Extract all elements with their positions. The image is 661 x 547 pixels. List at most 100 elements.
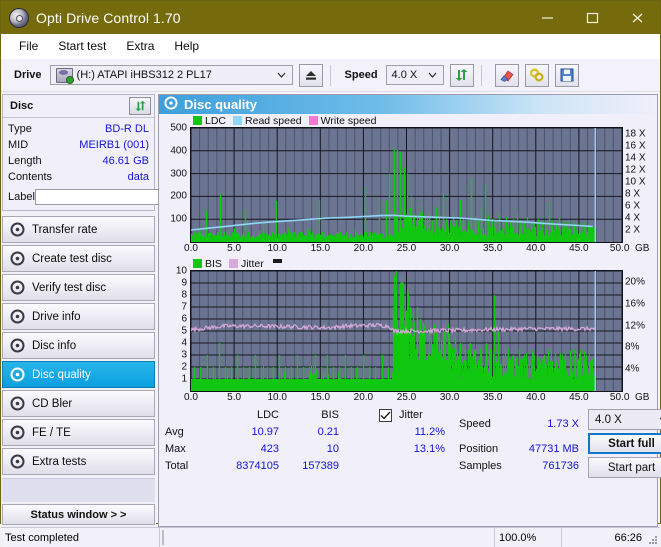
jitter-checkbox[interactable] (379, 409, 392, 422)
disc-icon (10, 454, 25, 469)
y-tick-label-right: 6 X (625, 201, 640, 212)
status-bar: Test completed 100.0% 66:26 (1, 527, 660, 547)
sidebar-item-label: Verify test disc (32, 282, 106, 294)
disc-quality-panel: Disc quality LDC Read speed (158, 94, 658, 527)
status-window-button[interactable]: Status window > > (2, 504, 155, 525)
sidebar-item-label: FE / TE (32, 427, 71, 439)
ldc-x-axis: 0.05.010.015.020.025.030.035.040.045.050… (159, 243, 657, 257)
x-tick-label: 20.0 (354, 392, 373, 403)
panel-header: Disc quality (159, 95, 657, 114)
legend-read-speed: Read speed (233, 115, 302, 127)
bis-plot-area (190, 270, 623, 392)
sidebar-item-label: Create test disc (32, 253, 112, 265)
test-speed-value: 4.0 X (595, 414, 622, 426)
disc-icon (10, 367, 25, 382)
toolbar-separator-1 (330, 65, 331, 86)
maximize-button[interactable] (570, 1, 615, 34)
app-disc-icon (9, 8, 29, 28)
disc-icon (10, 425, 25, 440)
statistics-panel: LDC BIS Jitter Avg Max Total 10.97 423 (159, 406, 657, 474)
y-tick-label: 4 (181, 338, 187, 349)
sidebar-item-extra-tests[interactable]: Extra tests (2, 448, 155, 475)
sidebar-spacer (2, 478, 155, 502)
stats-avg-jitter: 11.2% (373, 426, 445, 438)
bis-chart-legend: BIS Jitter (159, 257, 657, 270)
chevron-down-icon (425, 72, 441, 78)
x-tick-label: 15.0 (311, 392, 330, 403)
ldc-y-axis-right: 2 X4 X6 X8 X10 X12 X14 X16 X18 X (623, 127, 657, 243)
x-tick-label: 20.0 (354, 243, 373, 254)
y-tick-label: 10 (176, 266, 187, 277)
menu-help[interactable]: Help (165, 36, 208, 56)
sidebar-item-verify-test-disc[interactable]: Verify test disc (2, 274, 155, 301)
disc-refresh-button[interactable] (129, 97, 151, 115)
sidebar-item-label: CD Bler (32, 398, 72, 410)
page-title: Disc quality (184, 97, 257, 112)
speed-select[interactable]: 4.0 X (386, 65, 444, 85)
start-part-button[interactable]: Start part (588, 457, 661, 478)
menu-file[interactable]: File (10, 36, 47, 56)
nav-list: Transfer rate Create test disc Verify te… (1, 216, 156, 477)
y-tick-label-right: 8 X (625, 189, 640, 200)
disc-type-value: BD-R DL (105, 123, 149, 135)
stats-avg-bis: 0.21 (283, 426, 339, 438)
y-tick-label: 3 (181, 350, 187, 361)
sidebar-item-transfer-rate[interactable]: Transfer rate (2, 216, 155, 243)
y-tick-label: 2 (181, 362, 187, 373)
y-tick-label: 500 (170, 123, 187, 134)
legend-bis: BIS (193, 258, 222, 270)
minimize-button[interactable] (525, 1, 570, 34)
stats-total-ldc: 8374105 (191, 460, 279, 472)
sidebar-item-create-test-disc[interactable]: Create test disc (2, 245, 155, 272)
menu-extra[interactable]: Extra (117, 36, 163, 56)
legend-swatch-write-speed (309, 116, 318, 125)
disc-type-label: Type (8, 123, 32, 135)
resize-grip[interactable] (646, 528, 660, 547)
stats-position-label: Position (459, 443, 498, 455)
erase-button[interactable] (495, 64, 519, 87)
stats-col-bis: BIS (283, 409, 339, 421)
legend-label: Read speed (245, 115, 302, 127)
drive-label: Drive (14, 69, 42, 81)
ldc-plot-row: 100200300400500 2 X4 X6 X8 X10 X12 X14 X… (159, 127, 657, 243)
x-axis-unit: GB (635, 243, 649, 254)
sidebar-item-fe-te[interactable]: FE / TE (2, 419, 155, 446)
menu-start-test[interactable]: Start test (49, 36, 115, 56)
y-tick-label-right: 14 X (625, 153, 646, 164)
x-tick-label: 30.0 (440, 392, 459, 403)
disc-icon (10, 222, 25, 237)
disc-label-label: Label (8, 191, 35, 203)
legend-ldc: LDC (193, 115, 226, 127)
drive-select[interactable]: (H:) ATAPI iHBS312 2 PL17 (50, 65, 293, 85)
progress-percent: 100.0% (495, 528, 562, 547)
stats-row-avg: Avg (165, 426, 184, 438)
sidebar-item-label: Extra tests (32, 456, 86, 468)
toolbar: Drive (H:) ATAPI iHBS312 2 PL17 Speed 4.… (1, 59, 660, 92)
sidebar-item-drive-info[interactable]: Drive info (2, 303, 155, 330)
x-axis-unit: GB (635, 392, 649, 403)
menu-bar: File Start test Extra Help (1, 34, 660, 59)
disc-row-contents: Contents data (8, 169, 149, 185)
eject-button[interactable] (299, 64, 323, 87)
close-button[interactable] (615, 1, 660, 34)
y-tick-label-right: 4 X (625, 213, 640, 224)
elapsed-time: 66:26 (562, 528, 646, 547)
speed-select-value: 4.0 X (392, 69, 418, 81)
stats-total-bis: 157389 (275, 460, 339, 472)
start-full-button[interactable]: Start full (588, 433, 661, 454)
bis-x-axis: 0.05.010.015.020.025.030.035.040.045.050… (159, 392, 657, 406)
disc-icon (10, 396, 25, 411)
disc-icon (10, 251, 25, 266)
link-button[interactable] (525, 64, 549, 87)
app-body: Disc Type BD-R DL MID M (1, 92, 660, 527)
save-button[interactable] (555, 64, 579, 87)
sidebar-item-disc-quality[interactable]: Disc quality (2, 361, 155, 388)
sidebar-item-cd-bler[interactable]: CD Bler (2, 390, 155, 417)
bis-y-axis-left: 12345678910 (159, 270, 190, 392)
y-tick-label-right: 8% (625, 342, 639, 353)
refresh-button[interactable] (450, 64, 474, 87)
test-speed-select[interactable]: 4.0 X (588, 409, 661, 430)
disc-label-row: Label (8, 187, 149, 206)
sidebar-item-disc-info[interactable]: Disc info (2, 332, 155, 359)
legend-swatch-bis (193, 259, 202, 268)
